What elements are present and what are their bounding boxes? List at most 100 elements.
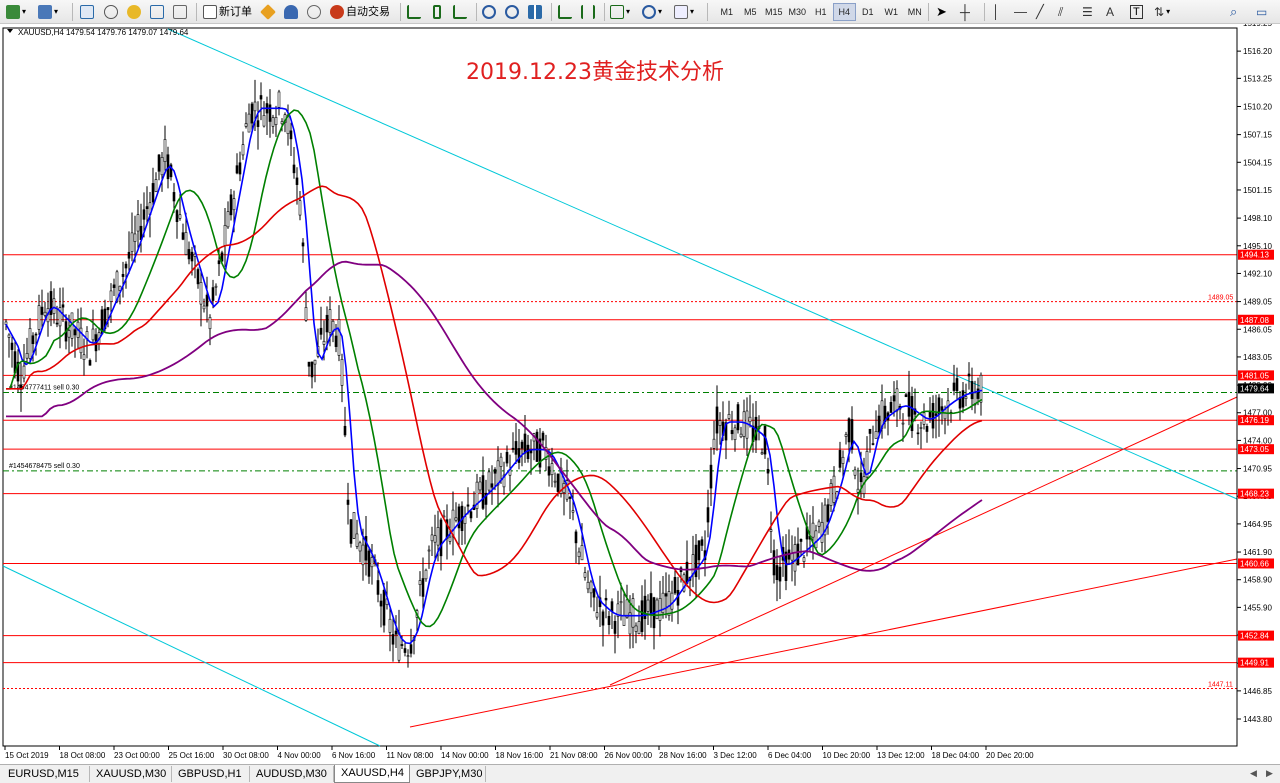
candle-body	[892, 395, 896, 402]
timeframe-m15-button[interactable]: M15	[762, 4, 786, 20]
tile-windows-button[interactable]	[528, 3, 542, 21]
zoom-in-button[interactable]	[482, 3, 496, 21]
chart-tab-gbpusd-h1[interactable]: GBPUSD,H1	[172, 766, 250, 782]
timeframe-m1-button[interactable]: M1	[715, 4, 739, 20]
tab-scroll-right-icon[interactable]: ▶	[1266, 768, 1273, 779]
candle-body	[433, 535, 437, 543]
chart-tab-gbpjpy-m30[interactable]: GBPJPY,M30	[410, 766, 486, 782]
metaeditor-button[interactable]	[260, 3, 276, 21]
candle-body	[400, 644, 404, 646]
line-chart-button[interactable]	[453, 3, 467, 21]
candle-body	[301, 242, 305, 247]
zoom-out-button[interactable]	[505, 3, 519, 21]
candle-body	[229, 194, 233, 216]
candle-body	[631, 598, 635, 628]
timeframe-m30-button[interactable]: M30	[786, 4, 810, 20]
candle-body	[553, 480, 557, 483]
timeframe-mn-button[interactable]: MN	[903, 4, 927, 20]
plot-area[interactable]	[2, 27, 1238, 747]
timeframe-m5-button[interactable]: M5	[739, 4, 763, 20]
new-chart-button[interactable]: ▾	[6, 3, 26, 21]
candle-body	[157, 154, 161, 172]
templates-button[interactable]: ▾	[674, 3, 694, 21]
chart-tab-xauusd-m30[interactable]: XAUUSD,M30	[90, 766, 172, 782]
price-axis-label: 1510.20	[1243, 102, 1272, 111]
candle-body	[601, 611, 605, 626]
candle-body	[379, 600, 383, 607]
indicators-button[interactable]: ▾	[610, 3, 630, 21]
candle-body	[952, 382, 956, 391]
chart-tab-xauusd-h4[interactable]: XAUUSD,H4	[334, 765, 410, 783]
candle-body	[496, 460, 500, 486]
bar-chart-button[interactable]	[407, 3, 421, 21]
profiles-button[interactable]: ▾	[38, 3, 58, 21]
candle-body	[22, 365, 26, 379]
price-axis-label: 1455.90	[1243, 603, 1272, 612]
candle-chart-button[interactable]	[430, 3, 441, 21]
candle-body	[970, 381, 974, 400]
signals-button[interactable]	[307, 3, 321, 21]
new-order-button[interactable]: 新订单	[203, 3, 252, 21]
fibonacci-tool-button[interactable]: ☰	[1082, 3, 1093, 21]
timeframe-d1-button[interactable]: D1	[856, 4, 880, 20]
time-axis-label: 18 Dec 04:00	[932, 751, 980, 760]
market-watch-button[interactable]	[80, 3, 94, 21]
time-axis-label: 30 Oct 08:00	[223, 751, 269, 760]
experts-button[interactable]	[284, 3, 298, 21]
trendline-tool-button[interactable]: ╱	[1036, 3, 1044, 21]
candle-body	[388, 618, 392, 633]
cursor-icon: ➤	[936, 4, 947, 19]
candle-body	[130, 232, 134, 252]
candle-body	[142, 209, 146, 220]
price-axis-label: 1474.00	[1243, 436, 1272, 445]
candle-body	[160, 157, 164, 176]
price-tag: 1468.23	[1240, 490, 1269, 499]
chart-tab-audusd-m30[interactable]: AUDUSD,M30	[250, 766, 334, 782]
candle-body	[541, 432, 545, 441]
time-axis-label: 11 Nov 08:00	[387, 751, 435, 760]
candle-body	[250, 103, 254, 124]
horizontal-line-tool-button[interactable]: —	[1014, 3, 1027, 21]
tab-scroll-left-icon[interactable]: ◀	[1250, 768, 1257, 779]
auto-scroll-button[interactable]	[558, 3, 572, 21]
vertical-line-tool-button[interactable]: │	[992, 3, 1000, 21]
search-button[interactable]: ⌕	[1230, 3, 1237, 21]
candle-body	[649, 593, 653, 615]
favorites-button[interactable]	[127, 3, 141, 21]
terminal-button[interactable]	[150, 3, 164, 21]
profiles-icon	[38, 5, 52, 19]
chart-tab-eurusd-m15[interactable]: EURUSD,M15	[2, 766, 90, 782]
channel-tool-button[interactable]: ⫽	[1058, 3, 1063, 21]
crosshair-tool-button[interactable]: ┼	[960, 3, 970, 21]
text-label-tool-button[interactable]: T	[1130, 3, 1143, 21]
autotrade-button[interactable]: 自动交易	[330, 3, 390, 21]
price-tag: 1494.13	[1240, 251, 1269, 260]
candle-body	[208, 317, 212, 330]
chat-button[interactable]: ▭	[1256, 3, 1267, 21]
chart-shift-button[interactable]	[581, 3, 595, 21]
chart-window[interactable]: #1454777411 sell 0.30 #1454678475 sell 0.…	[0, 24, 1280, 764]
price-chart[interactable]: #1454777411 sell 0.30 #1454678475 sell 0.…	[0, 24, 1280, 764]
periods-button[interactable]: ▾	[642, 3, 662, 21]
timeframe-h1-button[interactable]: H1	[809, 4, 833, 20]
candle-body	[838, 450, 842, 468]
cursor-tool-button[interactable]: ➤	[936, 3, 947, 21]
candle-body	[109, 290, 113, 302]
candle-body	[466, 504, 470, 507]
text-tool-button[interactable]: A	[1106, 3, 1114, 21]
line-chart-icon	[453, 5, 467, 19]
candle-body	[268, 104, 272, 122]
navigator-button[interactable]	[104, 3, 118, 21]
candle-body	[604, 597, 608, 601]
timeframe-h4-button[interactable]: H4	[832, 3, 856, 21]
price-tag: 1473.05	[1240, 445, 1269, 454]
candle-body	[469, 511, 473, 519]
tester-button[interactable]	[173, 3, 187, 21]
candle-body	[349, 519, 353, 544]
candle-body	[262, 115, 266, 127]
timeframe-w1-button[interactable]: W1	[880, 4, 904, 20]
arrows-tool-button[interactable]: ⇅ ▾	[1154, 3, 1170, 21]
candle-body	[670, 592, 674, 610]
indicator-add-icon	[610, 5, 624, 19]
candle-body	[253, 101, 257, 112]
